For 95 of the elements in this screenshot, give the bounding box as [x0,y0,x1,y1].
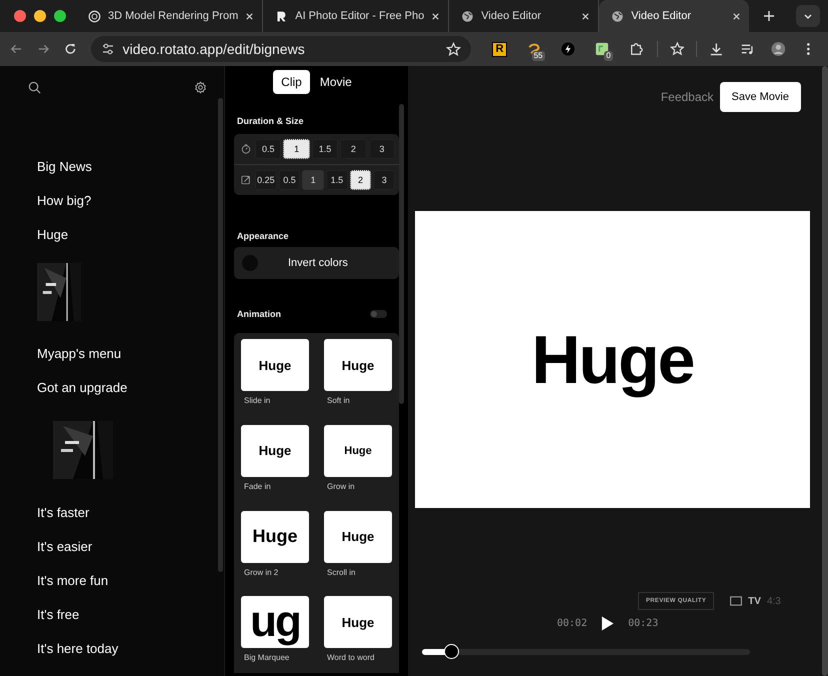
count-badge: 0 [604,51,613,61]
slide-item[interactable]: Big News [37,150,92,184]
bookmark-star-icon[interactable] [446,42,461,56]
animation-preview[interactable]: Huge [324,424,392,477]
animation-preview[interactable]: ug [241,596,309,648]
section-title: Duration & Size [236,116,305,126]
size-option[interactable]: 2 [340,139,367,159]
aperture-icon [88,10,101,22]
tab-title: Video Editor [631,10,692,22]
preset-label: Scroll in [326,568,356,576]
extension-button[interactable]: R [488,37,511,61]
size-option[interactable]: 3 [373,170,396,190]
timeline-handle[interactable] [444,644,459,659]
puzzle-icon [628,42,643,56]
reload-icon[interactable] [64,42,77,56]
slide-item[interactable]: Got an upgrade [37,371,128,405]
preset-label: Big Marquee [243,653,290,662]
back-icon[interactable] [10,42,23,56]
timer-icon [241,144,251,154]
size-option[interactable]: 1 [283,139,310,159]
slide-item[interactable]: It's easier [37,530,92,564]
resize-icon [241,175,251,185]
size-option[interactable]: 3 [368,139,396,159]
animation-preview[interactable]: Huge [324,339,392,391]
tab-title: AI Photo Editor - Free Pho [295,10,424,22]
animation-preview[interactable]: Huge [324,510,392,562]
section-title: Animation [236,309,281,319]
play-icon[interactable] [601,616,614,631]
avatar-icon[interactable] [770,41,786,57]
forward-icon[interactable] [36,42,50,56]
tab-title: Video Editor [481,10,542,22]
size-option[interactable]: 2 [350,170,372,190]
url-text: video.rotato.app/edit/bignews [122,41,305,57]
download-icon[interactable] [709,41,724,57]
size-option[interactable]: 0.5 [255,139,282,159]
size-option[interactable]: 0.25 [255,170,277,190]
canvas-title: Huge [532,320,694,398]
site-settings-icon[interactable] [100,42,115,56]
animation-preview[interactable]: Huge [241,510,309,562]
slide-item[interactable]: It's more fun [37,564,108,598]
device-label: TV [748,596,761,606]
slide-item[interactable]: It's free [37,598,80,632]
bolt-icon [560,42,575,56]
slide-item[interactable]: Huge [37,218,68,252]
mode-tab[interactable]: Movie [312,70,360,94]
close-icon[interactable] [245,12,254,20]
aspect-ratio: 4:3 [766,596,781,606]
mode-tab[interactable]: Clip [273,70,310,94]
extension-button[interactable]: 55 [522,37,545,61]
count-badge: 55 [532,51,545,61]
slide-item[interactable]: Myapp's menu [37,337,122,371]
globe-icon [611,10,624,22]
animation-switch[interactable] [370,310,387,318]
slide-item[interactable]: It's faster [37,496,90,530]
tab-title: 3D Model Rendering Prom [108,10,238,22]
slide-item[interactable]: How big? [37,184,92,218]
animation-preview[interactable]: Huge [241,339,309,391]
browser-tab[interactable]: Video Editor [599,0,750,32]
preset-label: Word to word [326,653,374,662]
preset-label: Fade in [243,482,271,491]
preset-label: Slide in [243,396,270,405]
extension-logo: R [492,42,508,56]
save-movie-button[interactable]: Save Movie [720,82,801,112]
slide-item[interactable]: It's here today [37,632,118,666]
size-option[interactable]: 1 [302,170,324,190]
close-icon[interactable] [431,12,440,20]
minimize-window-button[interactable] [34,10,46,22]
close-icon[interactable] [581,12,590,20]
preset-label: Grow in 2 [243,568,278,576]
globe-icon [461,10,474,22]
size-option[interactable]: 1.5 [326,170,348,190]
new-tab-icon[interactable] [763,10,776,22]
tab-search-button[interactable] [796,5,820,27]
preset-label: Grow in [326,482,355,491]
close-icon[interactable] [732,12,742,20]
invert-colors-toggle[interactable]: Invert colors [234,247,399,279]
total-time: 00:23 [628,618,658,629]
logo-icon [275,10,288,22]
zoom-window-button[interactable] [54,10,66,22]
section-title: Appearance [236,231,290,241]
current-time: 00:02 [557,618,588,629]
address-field[interactable]: video.rotato.app/edit/bignews [90,36,471,62]
close-window-button[interactable] [14,10,26,22]
size-option[interactable]: 1.5 [312,139,338,159]
settings-icon[interactable] [194,80,207,94]
monitor-icon[interactable] [730,596,742,606]
extension-icon [594,42,609,56]
bookmarks-star-icon[interactable] [670,41,684,57]
search-icon[interactable] [28,80,41,94]
extension-button[interactable]: 0 [590,37,613,61]
animation-preview[interactable]: Huge [241,424,309,477]
feedback-link[interactable]: Feedback [660,90,714,104]
animation-preview[interactable]: Huge [324,596,392,648]
preset-label: Soft in [326,396,350,405]
size-option[interactable]: 0.5 [278,170,300,190]
